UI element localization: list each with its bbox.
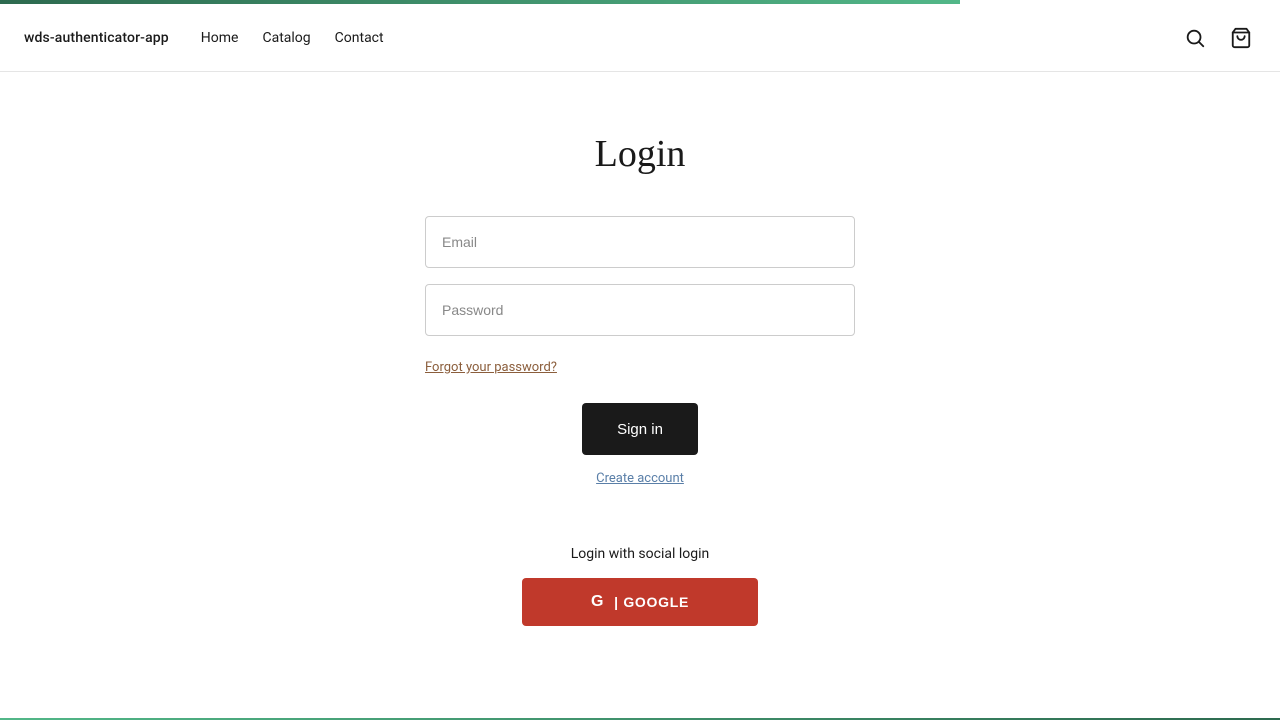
forgot-password-wrapper: Forgot your password? bbox=[425, 356, 855, 375]
social-login-title: Login with social login bbox=[571, 546, 710, 562]
main-content: Login Forgot your password? Sign in Crea… bbox=[0, 72, 1280, 626]
google-button-label: | GOOGLE bbox=[614, 594, 689, 610]
google-login-button[interactable]: G | GOOGLE bbox=[522, 578, 758, 626]
search-icon bbox=[1184, 27, 1206, 49]
email-field-wrapper bbox=[425, 216, 855, 268]
header-left: wds-authenticator-app Home Catalog Conta… bbox=[24, 30, 384, 46]
password-field-wrapper bbox=[425, 284, 855, 336]
page-title: Login bbox=[595, 132, 686, 176]
forgot-password-link[interactable]: Forgot your password? bbox=[425, 360, 557, 375]
create-account-link[interactable]: Create account bbox=[596, 471, 684, 486]
sign-in-button[interactable]: Sign in bbox=[582, 403, 698, 455]
brand-name: wds-authenticator-app bbox=[24, 30, 169, 46]
header-right bbox=[1180, 23, 1256, 53]
login-form: Forgot your password? Sign in Create acc… bbox=[425, 216, 855, 546]
nav-catalog[interactable]: Catalog bbox=[262, 30, 310, 46]
nav-contact[interactable]: Contact bbox=[335, 30, 384, 46]
email-input[interactable] bbox=[425, 216, 855, 268]
google-g-icon: G bbox=[591, 593, 604, 611]
site-header: wds-authenticator-app Home Catalog Conta… bbox=[0, 4, 1280, 72]
cart-button[interactable] bbox=[1226, 23, 1256, 53]
password-input[interactable] bbox=[425, 284, 855, 336]
social-section: Login with social login G | GOOGLE bbox=[425, 546, 855, 626]
cart-icon bbox=[1230, 27, 1252, 49]
search-button[interactable] bbox=[1180, 23, 1210, 53]
nav-home[interactable]: Home bbox=[201, 30, 239, 46]
nav-links: Home Catalog Contact bbox=[201, 30, 384, 46]
